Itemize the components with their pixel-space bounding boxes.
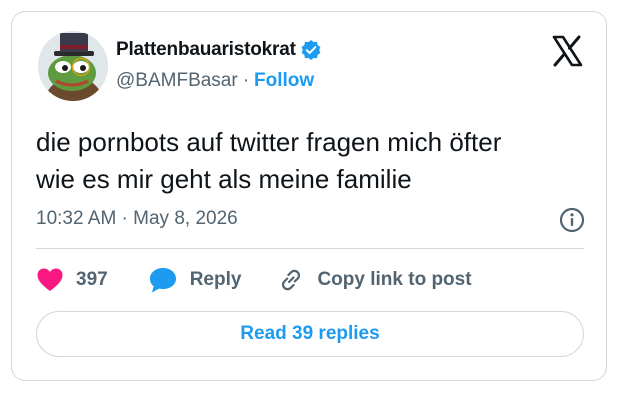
tweet-text-line: die pornbots auf twitter fragen mich öft… <box>36 127 502 157</box>
tweet-timestamp[interactable]: 10:32 AM · May 8, 2026 <box>36 205 238 233</box>
author-handle[interactable]: @BAMFBasar <box>116 70 238 92</box>
link-icon <box>277 266 305 294</box>
author-handle-row: @BAMFBasar · Follow <box>116 68 314 94</box>
heart-icon <box>36 267 64 293</box>
read-replies-label: Read 39 replies <box>240 323 380 344</box>
copy-link-button[interactable]: Copy link to post <box>277 266 472 294</box>
reply-label: Reply <box>189 269 242 290</box>
tweet-embed-card: Plattenbauaristokrat @BAMFBasar · Follow… <box>11 11 607 381</box>
follow-button[interactable]: Follow <box>254 70 314 92</box>
info-icon[interactable] <box>558 206 586 234</box>
verified-badge-icon <box>300 39 322 61</box>
like-count: 397 <box>76 269 108 290</box>
copy-link-label: Copy link to post <box>317 269 472 290</box>
tweet-text-line: wie es mir geht als meine familie <box>36 164 412 194</box>
speech-bubble-icon <box>148 266 178 294</box>
divider <box>36 248 584 249</box>
avatar[interactable] <box>38 31 108 101</box>
x-logo-icon[interactable] <box>550 34 584 68</box>
reply-button[interactable]: Reply <box>148 266 242 294</box>
like-button[interactable]: 397 <box>36 267 108 293</box>
action-bar: 397 Reply Copy link to post <box>36 264 472 296</box>
author-name-row: Plattenbauaristokrat <box>116 36 322 64</box>
separator-dot: · <box>242 70 250 91</box>
author-display-name[interactable]: Plattenbauaristokrat <box>116 39 296 61</box>
read-replies-button[interactable]: Read 39 replies <box>36 311 584 357</box>
avatar-image <box>38 31 108 101</box>
tweet-text: die pornbots auf twitter fragen mich öft… <box>36 124 596 198</box>
